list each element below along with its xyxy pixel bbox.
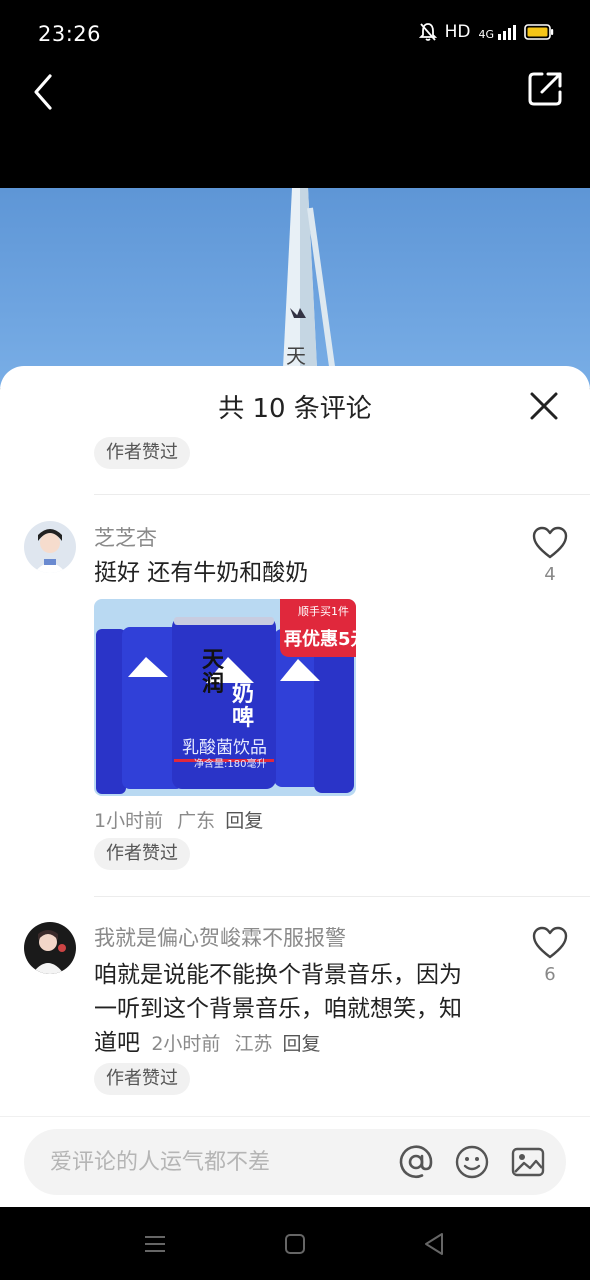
back-icon	[34, 74, 52, 110]
comment-time: 2小时前	[151, 1033, 221, 1055]
comment-author[interactable]: 芝芝杏	[94, 522, 157, 552]
like-count: 4	[544, 564, 556, 585]
hd-indicator: HD	[444, 22, 471, 42]
comment-input-container[interactable]	[24, 1129, 566, 1195]
system-nav-bar	[0, 1207, 590, 1280]
author-liked-badge: 作者赞过	[94, 838, 190, 870]
mention-button[interactable]	[398, 1144, 434, 1180]
at-icon	[399, 1145, 433, 1179]
image-brand-text: 天 润	[202, 648, 225, 697]
reply-button[interactable]: 回复	[283, 1033, 321, 1055]
comment-image[interactable]: 天 润 奶 啤 乳酸菌饮品 净含量:180毫升 顺手买1件 再优惠5元	[94, 599, 356, 796]
divider	[94, 494, 590, 495]
heart-icon	[532, 926, 568, 959]
comment-input[interactable]	[50, 1129, 390, 1195]
tower-char: 天	[286, 344, 306, 368]
promo-main-text: 再优惠5元	[284, 629, 356, 650]
back-triangle-icon	[425, 1233, 443, 1255]
emoji-icon	[455, 1145, 489, 1179]
image-button[interactable]	[510, 1144, 546, 1180]
heart-icon	[532, 526, 568, 559]
comment-text[interactable]: 咱就是说能不能换个背景音乐，因为 一听到这个背景音乐，咱就想笑，知 道吧 2小时…	[94, 958, 514, 1061]
video-top-bar	[0, 70, 590, 188]
image-volume-text: 净含量:180毫升	[194, 759, 267, 770]
like-button[interactable]	[532, 526, 568, 560]
close-button[interactable]	[528, 390, 560, 422]
image-product-text: 奶 啤	[232, 682, 255, 731]
comment-meta: 1小时前 广东 回复	[94, 806, 263, 833]
signal-icon: 4G	[478, 24, 516, 40]
emoji-button[interactable]	[454, 1144, 490, 1180]
share-button[interactable]	[526, 70, 564, 108]
avatar[interactable]	[24, 922, 76, 974]
comment-meta: 2小时前 江苏 回复	[147, 1033, 320, 1055]
comment-author[interactable]: 我就是偏心贺峻霖不服报警	[94, 922, 346, 952]
mute-bell-icon	[418, 23, 437, 41]
home-icon	[285, 1234, 305, 1254]
promo-top-text: 顺手买1件	[298, 605, 349, 618]
image-icon	[511, 1147, 545, 1177]
divider	[94, 896, 590, 897]
comment-sheet: 共 10 条评论 作者赞过 芝芝杏 挺好 还有牛奶和酸奶 4 天 润 奶 啤 乳…	[0, 366, 590, 1207]
comment-location: 江苏	[234, 1033, 273, 1055]
status-bar: 23:26 HD 4G	[0, 0, 590, 70]
battery-icon	[524, 24, 554, 40]
home-nav-button[interactable]	[280, 1229, 310, 1259]
sheet-title: 共 10 条评论	[218, 394, 372, 424]
back-button[interactable]	[26, 72, 62, 112]
status-time: 23:26	[38, 22, 102, 46]
avatar[interactable]	[24, 521, 76, 573]
video-preview[interactable]: 天	[0, 188, 590, 388]
author-liked-badge: 作者赞过	[94, 1063, 190, 1095]
share-icon	[528, 72, 562, 106]
status-icons: HD 4G	[418, 22, 554, 42]
like-button[interactable]	[532, 926, 568, 960]
comment-input-bar	[0, 1116, 590, 1207]
like-count: 6	[544, 964, 556, 985]
close-icon	[530, 392, 558, 420]
comment-text[interactable]: 挺好 还有牛奶和酸奶	[94, 556, 308, 590]
back-nav-button[interactable]	[420, 1229, 450, 1259]
author-liked-badge: 作者赞过	[94, 437, 190, 469]
comment-time: 1小时前	[94, 810, 164, 832]
comment-location: 广东	[177, 810, 216, 832]
menu-icon	[145, 1236, 165, 1252]
menu-nav-button[interactable]	[140, 1229, 170, 1259]
reply-button[interactable]: 回复	[225, 810, 263, 832]
